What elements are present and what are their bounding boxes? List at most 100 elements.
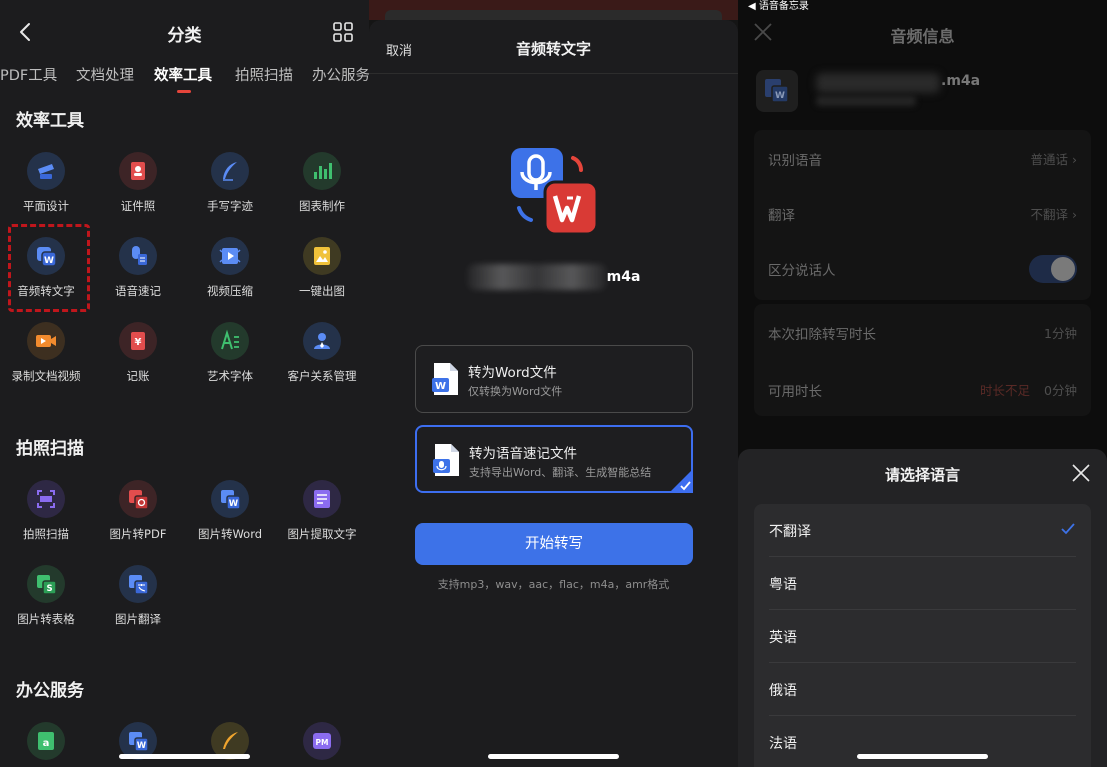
tool-office-4[interactable]: PM xyxy=(276,722,368,767)
tool-label: 证件照 xyxy=(120,199,156,213)
file-extension: .m4a xyxy=(941,73,981,89)
tool-label: 手写字迹 xyxy=(207,199,253,213)
row-distinguish-speaker: 区分说话人 xyxy=(768,255,1077,283)
svg-text:W: W xyxy=(137,741,147,751)
language-list: 不翻译 粤语 英语 俄语 法语 xyxy=(754,504,1091,767)
close-icon[interactable] xyxy=(1072,464,1090,482)
language-option-cantonese[interactable]: 粤语 xyxy=(754,557,1091,610)
tool-photo-scan[interactable]: 拍照扫描 xyxy=(0,480,92,550)
page-title: 音频信息 xyxy=(890,27,955,46)
tool-label: 图表制作 xyxy=(299,199,345,213)
tool-bookkeeping[interactable]: ¥ 记账 xyxy=(92,322,184,392)
tool-label: 录制文档视频 xyxy=(11,369,81,383)
tool-video-compress[interactable]: 视频压缩 xyxy=(184,237,276,307)
option-convert-word[interactable]: W 转为Word文件 仅转换为Word文件 xyxy=(415,345,693,413)
video-camera-icon xyxy=(27,322,65,360)
tab-office-services[interactable]: 办公服务 xyxy=(312,64,369,85)
tool-label: 视频压缩 xyxy=(207,284,253,298)
section-title-office: 办公服务 xyxy=(16,681,84,701)
blurred-filename xyxy=(816,73,940,93)
row-recognize-language[interactable]: 识别语音 普通话 › xyxy=(768,149,1077,169)
svg-text:PM: PM xyxy=(316,738,329,747)
language-option-russian[interactable]: 俄语 xyxy=(754,663,1091,716)
graphic-design-icon xyxy=(27,152,65,190)
art-font-icon xyxy=(211,322,249,360)
language-option-french[interactable]: 法语 xyxy=(754,716,1091,767)
word-file-icon: W xyxy=(432,363,458,395)
background-app-strip xyxy=(369,0,738,24)
tool-one-click-image[interactable]: 一键出图 xyxy=(276,237,368,307)
start-transcribe-button[interactable]: 开始转写 xyxy=(415,523,693,565)
tool-office-3[interactable] xyxy=(184,722,276,767)
tool-image-translate[interactable]: 图片翻译 xyxy=(92,565,184,635)
pm-icon: PM xyxy=(303,722,341,760)
tool-label: 图片转表格 xyxy=(17,612,75,626)
language-option-none[interactable]: 不翻译 xyxy=(754,504,1091,557)
tool-label: 艺术字体 xyxy=(207,369,253,383)
tool-handwriting[interactable]: 手写字迹 xyxy=(184,152,276,222)
tool-office-1[interactable]: a xyxy=(0,722,92,767)
tool-label: 语音速记 xyxy=(115,284,161,298)
bar-chart-icon xyxy=(303,152,341,190)
tab-pdf-tools[interactable]: PDF工具 xyxy=(0,64,57,85)
tool-crm[interactable]: 客户关系管理 xyxy=(276,322,368,392)
svg-text:¥: ¥ xyxy=(135,337,142,348)
tool-graphic-design[interactable]: 平面设计 xyxy=(0,152,92,222)
image-generate-icon xyxy=(303,237,341,275)
tool-art-font[interactable]: 艺术字体 xyxy=(184,322,276,392)
audio-to-text-sheet: 取消 音频转文字 m4a W 转为Word文件 仅转换为Word文件 转为语音速… xyxy=(369,20,738,767)
svg-text:W: W xyxy=(229,499,239,509)
video-compress-icon xyxy=(211,237,249,275)
tool-image-extract-text[interactable]: 图片提取文字 xyxy=(276,480,368,550)
tool-chart-maker[interactable]: 图表制作 xyxy=(276,152,368,222)
insufficient-warning: 时长不足 xyxy=(980,383,1031,398)
spreadsheet-icon: a xyxy=(27,722,65,760)
row-translate[interactable]: 翻译 不翻译 › xyxy=(768,204,1077,224)
tool-office-2[interactable]: W xyxy=(92,722,184,767)
word-file-icon: W xyxy=(756,70,798,112)
tool-record-doc-video[interactable]: 录制文档视频 xyxy=(0,322,92,392)
tab-photo-scan[interactable]: 拍照扫描 xyxy=(235,64,293,85)
option-title: 转为语音速记文件 xyxy=(469,446,577,462)
active-tab-indicator xyxy=(177,90,191,93)
category-panel: 分类 PDF工具 文档处理 效率工具 拍照扫描 办公服务 效率工具 平面设计 证… xyxy=(0,0,369,767)
tool-label: 客户关系管理 xyxy=(287,369,357,383)
divider xyxy=(369,73,738,74)
home-indicator xyxy=(488,754,619,759)
speaker-toggle[interactable] xyxy=(1029,255,1077,283)
header: 分类 xyxy=(0,0,369,64)
image-pdf-icon xyxy=(119,480,157,518)
settings-card: 识别语音 普通话 › 翻译 不翻译 › 区分说话人 xyxy=(754,130,1091,300)
grid-menu-icon[interactable] xyxy=(333,22,353,42)
tab-doc-processing[interactable]: 文档处理 xyxy=(76,64,134,85)
tool-label: 记账 xyxy=(126,369,150,383)
recognize-value: 普通话 › xyxy=(1030,152,1078,167)
audio-info-panel: ◀ 语音备忘录 音频信息 W .m4a 识别语音 普通话 › 翻译 不翻译 › … xyxy=(738,0,1107,767)
highlight-annotation xyxy=(8,224,90,312)
option-convert-voice-note[interactable]: 转为语音速记文件 支持导出Word、翻译、生成智能总结 xyxy=(415,425,693,493)
page-title: 分类 xyxy=(167,26,202,46)
tab-efficiency-tools[interactable]: 效率工具 xyxy=(154,64,212,85)
tool-label: 图片转Word xyxy=(197,527,263,541)
tool-id-photo[interactable]: 证件照 xyxy=(92,152,184,222)
check-icon xyxy=(1061,523,1075,535)
customer-icon xyxy=(303,322,341,360)
tool-image-to-word[interactable]: W 图片转Word xyxy=(184,480,276,550)
section-title-scan: 拍照扫描 xyxy=(16,439,84,459)
tool-label: 一键出图 xyxy=(299,284,345,298)
image-translate-icon xyxy=(119,565,157,603)
tool-image-to-table[interactable]: S 图片转表格 xyxy=(0,565,92,635)
supported-formats: 支持mp3，wav，aac，flac，m4a，amr格式 xyxy=(437,578,670,591)
tool-label: 图片提取文字 xyxy=(287,527,357,541)
tool-voice-shorthand[interactable]: 语音速记 xyxy=(92,237,184,307)
file-name: m4a xyxy=(369,264,738,290)
sheet-title: 音频转文字 xyxy=(515,40,591,58)
option-title: 转为Word文件 xyxy=(468,365,557,381)
language-option-english[interactable]: 英语 xyxy=(754,610,1091,663)
svg-text:a: a xyxy=(43,738,50,749)
voice-note-icon xyxy=(119,237,157,275)
voice-note-file-icon xyxy=(433,444,459,476)
status-back-link[interactable]: ◀ 语音备忘录 xyxy=(748,0,809,12)
tool-image-to-pdf[interactable]: 图片转PDF xyxy=(92,480,184,550)
selected-check-icon xyxy=(669,469,693,493)
